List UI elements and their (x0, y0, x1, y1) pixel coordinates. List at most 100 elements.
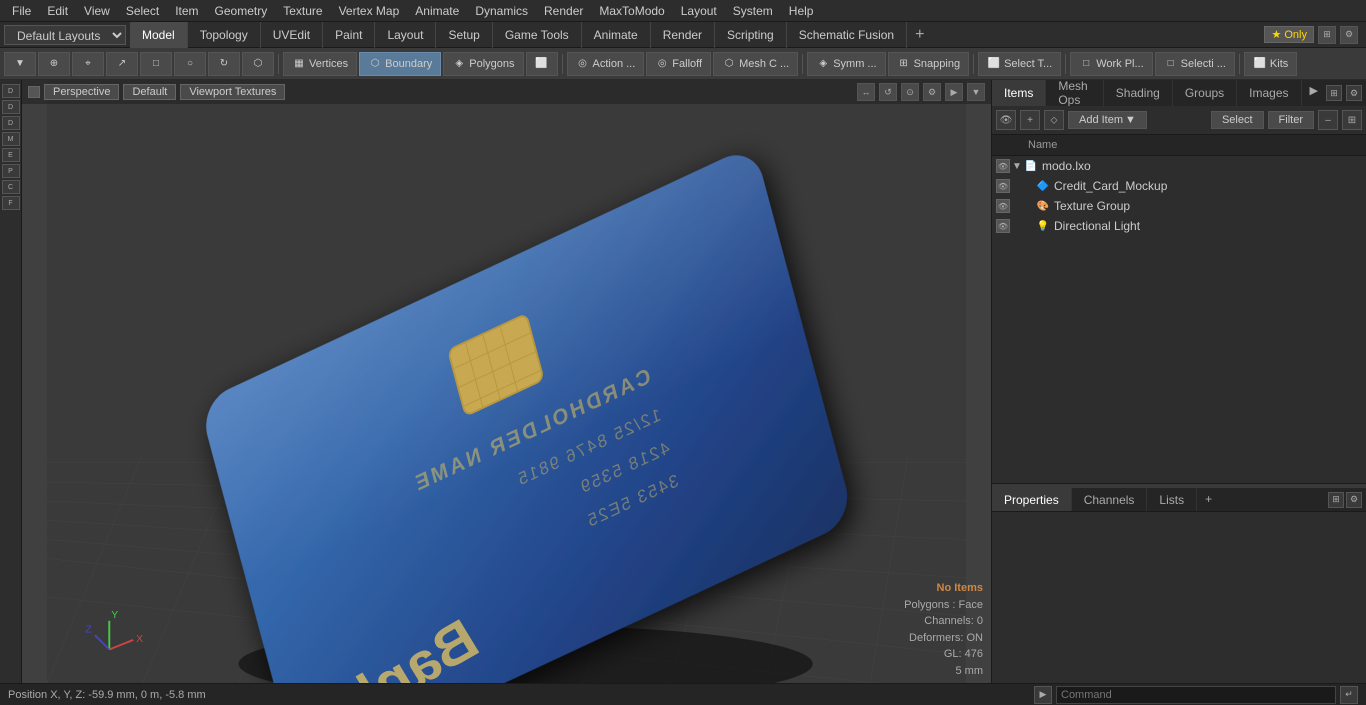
visibility-toggle-dl[interactable]: 👁 (996, 219, 1010, 233)
add-item-button[interactable]: Add Item ▼ (1068, 111, 1147, 129)
command-arrow-icon[interactable]: ▶ (1034, 686, 1052, 704)
tab-images[interactable]: Images (1237, 80, 1301, 106)
viewport-shading[interactable]: Default (123, 84, 176, 100)
star-only-button[interactable]: ★ Only (1264, 26, 1314, 43)
toolbar-btn-2[interactable]: ⌖ (72, 52, 104, 76)
toolbar-dropdown[interactable]: ▼ (4, 52, 36, 76)
menu-help[interactable]: Help (781, 2, 822, 20)
menu-edit[interactable]: Edit (39, 2, 76, 20)
action-button[interactable]: ◎ Action ... (567, 52, 645, 76)
select-button[interactable]: Select (1211, 111, 1264, 129)
prop-tab-properties[interactable]: Properties (992, 488, 1072, 511)
sidebar-icon-3[interactable]: D (2, 116, 20, 130)
vp-rotate-icon[interactable]: ↺ (879, 83, 897, 101)
sidebar-icon-2[interactable]: D (2, 100, 20, 114)
tab-schematic-fusion[interactable]: Schematic Fusion (787, 22, 907, 48)
viewport-perspective[interactable]: Perspective (44, 84, 119, 100)
viewport[interactable]: Perspective Default Viewport Textures ↔ … (22, 80, 991, 683)
menu-animate[interactable]: Animate (407, 2, 467, 20)
prop-tab-channels[interactable]: Channels (1072, 488, 1148, 511)
list-item-modo[interactable]: 👁 ▼ 📄 modo.lxo (992, 156, 1366, 176)
polygons-button[interactable]: ◈ Polygons (443, 52, 523, 76)
vp-fit-icon[interactable]: ↔ (857, 83, 875, 101)
toolbar-btn-7[interactable]: ⬡ (242, 52, 274, 76)
vp-more-icon[interactable]: ▼ (967, 83, 985, 101)
expand-list-icon[interactable]: ⊞ (1342, 110, 1362, 130)
symm-button[interactable]: ◈ Symm ... (807, 52, 885, 76)
filter-button[interactable]: Filter (1268, 111, 1314, 129)
tab-shading[interactable]: Shading (1104, 80, 1173, 106)
snapping-button[interactable]: ⊞ Snapping (888, 52, 970, 76)
tab-add-button[interactable]: + (907, 23, 932, 47)
toolbar-btn-5[interactable]: ○ (174, 52, 206, 76)
panel-settings-icon[interactable]: ⚙ (1346, 85, 1362, 101)
add-icon[interactable]: + (1020, 110, 1040, 130)
selection-button[interactable]: □ Selecti ... (1155, 52, 1235, 76)
vp-play-icon[interactable]: ▶ (945, 83, 963, 101)
tab-setup[interactable]: Setup (436, 22, 492, 48)
toolbar-btn-3[interactable]: ↗ (106, 52, 138, 76)
visibility-toggle-modo[interactable]: 👁 (996, 159, 1010, 173)
prop-tab-add[interactable]: + (1197, 488, 1220, 511)
prop-expand-icon[interactable]: ⊞ (1328, 492, 1344, 508)
tab-settings-icon[interactable]: ⚙ (1340, 26, 1358, 44)
visibility-toggle-tg[interactable]: 👁 (996, 199, 1010, 213)
tab-topology[interactable]: Topology (188, 22, 261, 48)
menu-system[interactable]: System (725, 2, 781, 20)
vp-look-icon[interactable]: ⊙ (901, 83, 919, 101)
menu-maxtomodo[interactable]: MaxToModo (591, 2, 672, 20)
falloff-button[interactable]: ◎ Falloff (646, 52, 711, 76)
tab-render[interactable]: Render (651, 22, 715, 48)
tab-scripting[interactable]: Scripting (715, 22, 787, 48)
collapse-icon[interactable]: – (1318, 110, 1338, 130)
sidebar-icon-mesh[interactable]: M (2, 132, 20, 146)
vp-settings-icon[interactable]: ⚙ (923, 83, 941, 101)
menu-select[interactable]: Select (118, 2, 167, 20)
viewport-textures[interactable]: Viewport Textures (180, 84, 285, 100)
tab-game-tools[interactable]: Game Tools (493, 22, 582, 48)
eye-icon[interactable]: 👁 (996, 110, 1016, 130)
sidebar-icon-c[interactable]: C (2, 180, 20, 194)
menu-layout[interactable]: Layout (673, 2, 725, 20)
tab-mesh-ops[interactable]: Mesh Ops (1046, 80, 1103, 106)
vertices-button[interactable]: ▦ Vertices (283, 52, 357, 76)
tab-model[interactable]: Model (130, 22, 188, 48)
list-item-texture-group[interactable]: 👁 🎨 Texture Group (992, 196, 1366, 216)
boundary-button[interactable]: ⬡ Boundary (359, 52, 441, 76)
list-item-directional-light[interactable]: 👁 💡 Directional Light (992, 216, 1366, 236)
tab-animate[interactable]: Animate (582, 22, 651, 48)
menu-file[interactable]: File (4, 2, 39, 20)
viewport-toggle[interactable] (28, 86, 40, 98)
tab-items[interactable]: Items (992, 80, 1046, 106)
toolbar-btn-8[interactable]: ⬜ (526, 52, 558, 76)
tab-layout[interactable]: Layout (375, 22, 436, 48)
tab-uvedit[interactable]: UVEdit (261, 22, 323, 48)
menu-vertex-map[interactable]: Vertex Map (331, 2, 408, 20)
menu-view[interactable]: View (76, 2, 118, 20)
command-input[interactable] (1056, 686, 1336, 704)
toolbar-btn-4[interactable]: □ (140, 52, 172, 76)
prop-tab-lists[interactable]: Lists (1147, 488, 1197, 511)
kits-button[interactable]: ⬜ Kits (1244, 52, 1297, 76)
menu-geometry[interactable]: Geometry (207, 2, 276, 20)
tab-paint[interactable]: Paint (323, 22, 375, 48)
filter-icon[interactable]: ⬦ (1044, 110, 1064, 130)
prop-settings-icon[interactable]: ⚙ (1346, 492, 1362, 508)
expand-icon-modo[interactable]: ▼ (1012, 161, 1024, 172)
work-plane-button[interactable]: □ Work Pl... (1070, 52, 1152, 76)
sidebar-icon-5[interactable]: F (2, 196, 20, 210)
menu-dynamics[interactable]: Dynamics (467, 2, 536, 20)
sidebar-icon-1[interactable]: D (2, 84, 20, 98)
tab-expand-icon[interactable]: ⊞ (1318, 26, 1336, 44)
sidebar-icon-poly[interactable]: P (2, 164, 20, 178)
toolbar-btn-6[interactable]: ↻ (208, 52, 240, 76)
list-item-credit-card[interactable]: 👁 🔷 Credit_Card_Mockup (992, 176, 1366, 196)
mesh-button[interactable]: ⬡ Mesh C ... (713, 52, 798, 76)
toolbar-btn-1[interactable]: ⊕ (38, 52, 70, 76)
menu-texture[interactable]: Texture (275, 2, 330, 20)
menu-render[interactable]: Render (536, 2, 591, 20)
visibility-toggle-cc[interactable]: 👁 (996, 179, 1010, 193)
layout-dropdown[interactable]: Default Layouts (4, 25, 126, 45)
command-exec-icon[interactable]: ↵ (1340, 686, 1358, 704)
sidebar-icon-4[interactable]: E (2, 148, 20, 162)
